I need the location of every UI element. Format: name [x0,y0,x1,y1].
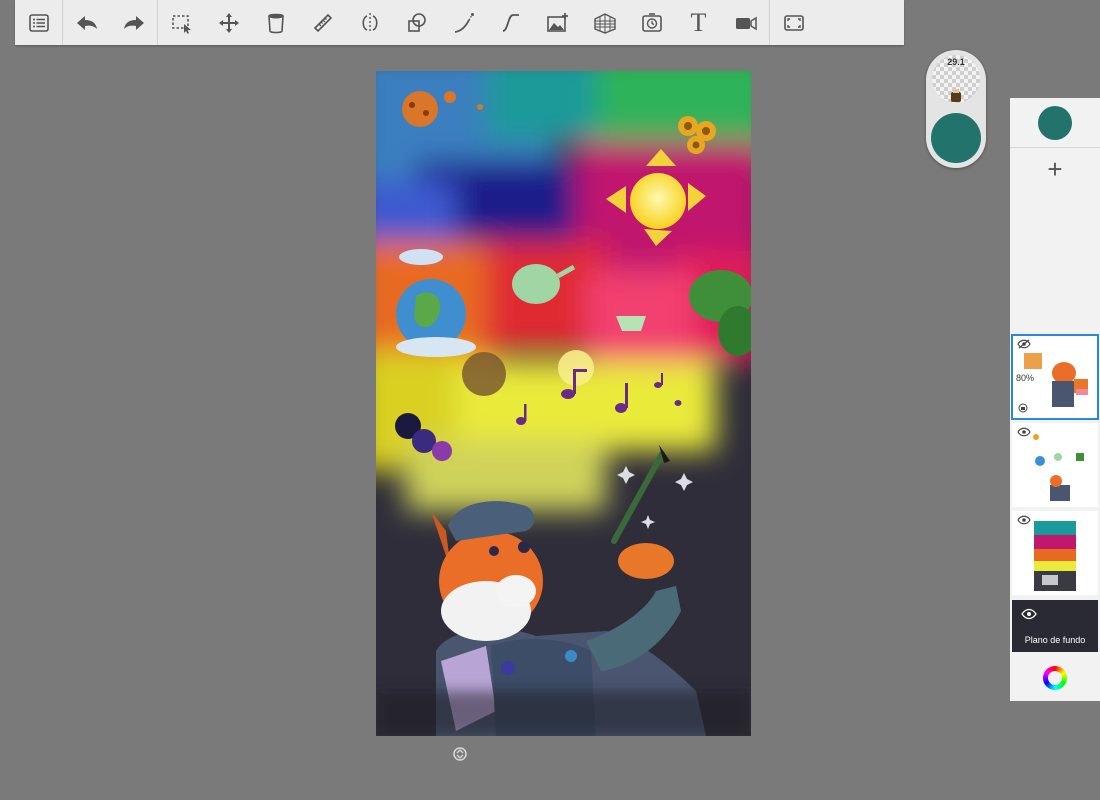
time-lapse-icon [641,12,662,32]
canvas-rotate-handle-icon[interactable] [452,746,468,762]
symmetry-icon [361,12,378,33]
image-add-icon [546,12,568,32]
layer-thumbnail [1033,434,1084,501]
color-wheel-icon[interactable] [1043,666,1067,690]
ruler-icon [313,13,332,32]
stroke-curve-icon [454,12,474,33]
layer-thumbnail [1024,353,1088,407]
current-color-swatch[interactable] [1038,106,1072,140]
eye-icon[interactable] [1017,515,1031,525]
import-image-button[interactable] [534,0,581,45]
brush-color-swatch[interactable] [931,113,981,163]
text-tool-button[interactable]: T [675,0,722,45]
move-arrows-icon [218,12,239,33]
drawing-canvas[interactable] [376,71,751,736]
brush-size-value: 29.1 [947,57,965,67]
transform-tool-button[interactable] [205,0,252,45]
redo-button[interactable] [110,0,157,45]
list-icon [28,13,49,32]
selection-marquee-icon [171,14,191,34]
panel-divider [1010,147,1100,148]
time-lapse-button[interactable] [628,0,675,45]
fullscreen-button[interactable] [770,0,817,45]
eye-icon[interactable] [1021,608,1037,620]
background-layer-label: Plano de fundo [1024,635,1086,645]
perspective-tool-button[interactable] [581,0,628,45]
layer-3[interactable] [1012,511,1098,595]
layers-panel: + 80% Plano de fundo [1010,98,1100,701]
perspective-grid-icon [593,12,616,34]
video-record-icon [735,16,757,30]
brush-tip-icon [951,89,961,102]
layer-1[interactable]: 80% [1011,334,1099,420]
stroke-tool-button[interactable] [440,0,487,45]
fullscreen-icon [783,14,804,31]
top-toolbar: T [15,0,904,45]
eye-hidden-icon[interactable] [1017,339,1031,349]
menu-button[interactable] [15,0,62,45]
curve-tool-button[interactable] [487,0,534,45]
undo-button[interactable] [63,0,110,45]
redo-arrow-icon [123,15,144,30]
layer-thumbnail [1034,521,1076,591]
lock-icon [1018,403,1028,413]
selection-tool-button[interactable] [158,0,205,45]
background-layer[interactable]: Plano de fundo [1012,600,1098,652]
symmetry-tool-button[interactable] [346,0,393,45]
shapes-tool-button[interactable] [393,0,440,45]
paint-bucket-icon [267,13,284,33]
text-icon: T [690,7,707,37]
ruler-tool-button[interactable] [299,0,346,45]
undo-arrow-icon [76,15,97,30]
add-layer-button[interactable]: + [1042,156,1068,182]
record-button[interactable] [722,0,769,45]
brush-preview[interactable]: 29.1 [926,50,986,168]
fill-tool-button[interactable] [252,0,299,45]
shapes-icon [407,12,426,32]
curve-icon [502,13,519,32]
layer-2[interactable] [1012,423,1098,507]
eye-icon[interactable] [1017,427,1031,437]
artwork-image [376,71,751,736]
